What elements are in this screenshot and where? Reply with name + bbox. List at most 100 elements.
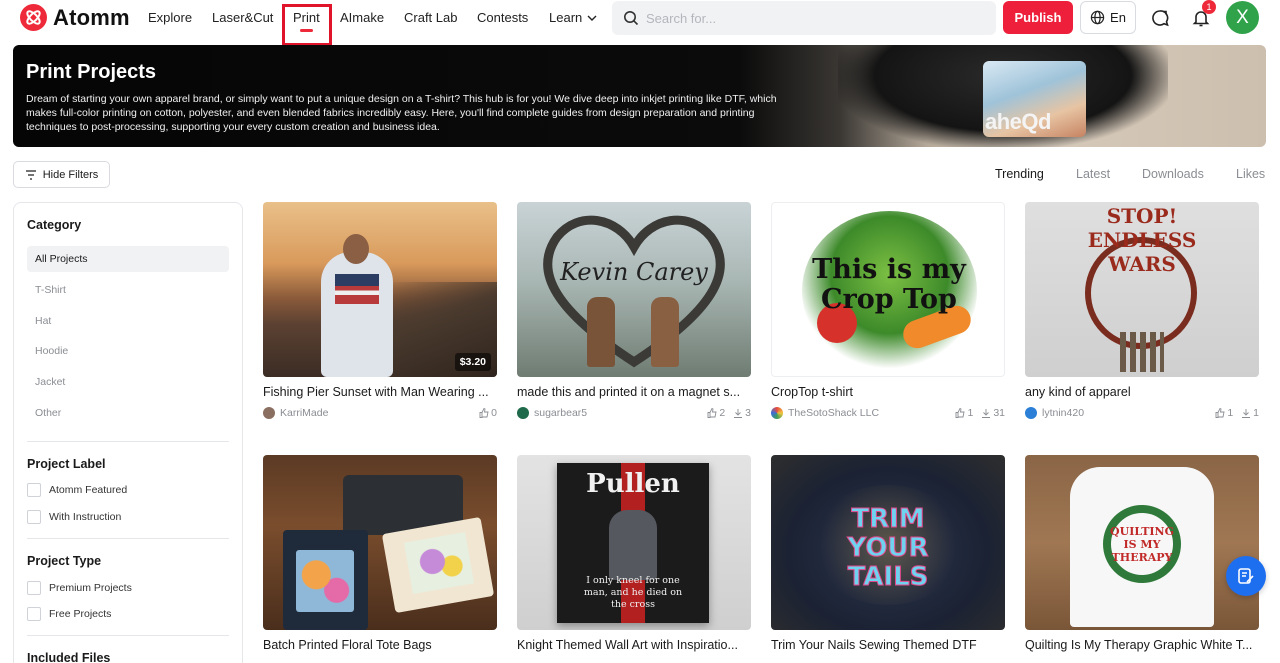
nav-explore[interactable]: Explore <box>148 10 192 25</box>
category-jacket[interactable]: Jacket <box>27 369 229 395</box>
flag-print <box>335 274 379 304</box>
nav-aimake[interactable]: AImake <box>340 10 384 25</box>
divider <box>27 538 229 539</box>
chevron-down-icon <box>587 15 597 21</box>
thumbs-up-icon <box>1215 408 1225 418</box>
notification-badge: 1 <box>1202 0 1216 14</box>
project-thumbnail[interactable]: Kevin Carey <box>517 202 751 377</box>
man-head <box>343 234 369 264</box>
author-avatar <box>517 407 529 419</box>
project-thumbnail[interactable]: TRIM YOUR TAILS <box>771 455 1005 630</box>
hide-filters-button[interactable]: Hide Filters <box>13 161 110 188</box>
author-avatar <box>263 407 275 419</box>
nav-learn[interactable]: Learn <box>549 10 597 25</box>
project-thumbnail[interactable] <box>263 455 497 630</box>
sort-downloads[interactable]: Downloads <box>1142 167 1204 181</box>
top-navigation: Atomm Explore Laser&Cut Print AImake Cra… <box>0 0 1280 46</box>
author-name: lytnin420 <box>1042 407 1085 419</box>
filter-premium-projects[interactable]: Premium Projects <box>27 581 132 595</box>
checkbox[interactable] <box>27 483 41 497</box>
category-hoodie[interactable]: Hoodie <box>27 338 229 364</box>
publish-button[interactable]: Publish <box>1003 1 1073 34</box>
category-other[interactable]: Other <box>27 400 229 426</box>
nav-print[interactable]: Print <box>293 10 320 25</box>
project-author[interactable]: TheSotoShack LLC <box>771 407 879 419</box>
project-title[interactable]: made this and printed it on a magnet s..… <box>517 385 751 399</box>
hide-filters-label: Hide Filters <box>42 168 99 181</box>
project-title[interactable]: Fishing Pier Sunset with Man Wearing ... <box>263 385 497 399</box>
messages-button[interactable] <box>1148 6 1172 30</box>
thumbnail-text: Kevin Carey <box>560 258 708 286</box>
thumbnail-text: TRIM YOUR TAILS <box>847 504 929 592</box>
downloads-count: 3 <box>745 407 751 419</box>
likes-count: 1 <box>1227 407 1234 419</box>
feedback-button[interactable] <box>1226 556 1266 596</box>
project-title[interactable]: CropTop t-shirt <box>771 385 1005 399</box>
filter-atomm-featured[interactable]: Atomm Featured <box>27 483 127 497</box>
hero-banner: aheQd Print Projects Dream of starting y… <box>13 45 1266 147</box>
knight-figure <box>609 510 657 580</box>
chat-bubble-icon <box>1152 10 1169 27</box>
deer-right <box>651 297 679 367</box>
search-input[interactable] <box>646 1 986 35</box>
sort-likes[interactable]: Likes <box>1236 167 1265 181</box>
author-avatar <box>1025 407 1037 419</box>
project-author[interactable]: lytnin420 <box>1025 407 1084 419</box>
search-icon <box>624 11 639 26</box>
project-thumbnail[interactable]: $3.20 <box>263 202 497 377</box>
thumbs-up-icon <box>956 408 966 418</box>
man-figure <box>321 252 393 377</box>
project-title[interactable]: Quilting Is My Therapy Graphic White T..… <box>1025 638 1259 652</box>
checkbox-label: With Instruction <box>49 511 122 523</box>
project-thumbnail[interactable]: QUILTING IS MY THERAPY <box>1025 455 1259 630</box>
project-stats: 1 1 <box>1215 407 1259 419</box>
language-label: En <box>1110 10 1126 25</box>
project-title[interactable]: Batch Printed Floral Tote Bags <box>263 638 497 652</box>
sort-latest[interactable]: Latest <box>1076 167 1110 181</box>
thumbnail-subtext: I only kneel for one man, and he died on… <box>583 575 683 610</box>
likes-count: 1 <box>967 407 974 419</box>
nav-craft-lab[interactable]: Craft Lab <box>404 10 457 25</box>
author-name: KarriMade <box>280 407 329 419</box>
likes-count: 2 <box>719 407 726 419</box>
project-label-heading: Project Label <box>27 457 106 471</box>
category-all-projects[interactable]: All Projects <box>27 246 229 272</box>
checkbox[interactable] <box>27 510 41 524</box>
project-author[interactable]: sugarbear5 <box>517 407 587 419</box>
checkbox[interactable] <box>27 607 41 621</box>
project-title[interactable]: Knight Themed Wall Art with Inspiratio..… <box>517 638 751 652</box>
nav-laser-cut[interactable]: Laser&Cut <box>212 10 273 25</box>
tote-print-1 <box>296 550 354 612</box>
author-avatar <box>771 407 783 419</box>
divider <box>27 441 229 442</box>
user-avatar[interactable]: X <box>1226 1 1259 34</box>
likes-stat: 1 <box>1215 407 1233 419</box>
project-title[interactable]: any kind of apparel <box>1025 385 1259 399</box>
brand-logo[interactable]: Atomm <box>20 4 130 31</box>
search-bar[interactable] <box>612 1 996 35</box>
author-name: sugarbear5 <box>534 407 588 419</box>
project-author[interactable]: KarriMade <box>263 407 328 419</box>
project-thumbnail[interactable]: Pullen I only kneel for one man, and he … <box>517 455 751 630</box>
checkbox-label: Premium Projects <box>49 582 132 594</box>
download-icon <box>734 409 743 418</box>
downloads-stat: 3 <box>733 407 751 419</box>
nav-contests[interactable]: Contests <box>477 10 528 25</box>
deer-left <box>587 297 615 367</box>
category-hat[interactable]: Hat <box>27 308 229 334</box>
likes-stat: 0 <box>479 407 497 419</box>
project-thumbnail[interactable]: STOP! ENDLESS WARS <box>1025 202 1259 377</box>
category-t-shirt[interactable]: T-Shirt <box>27 277 229 303</box>
checkbox[interactable] <box>27 581 41 595</box>
divider <box>27 635 229 636</box>
thumbnail-text: Pullen <box>586 469 680 499</box>
project-thumbnail[interactable]: This is my Crop Top <box>771 202 1005 377</box>
language-selector[interactable]: En <box>1080 1 1136 34</box>
filter-with-instruction[interactable]: With Instruction <box>27 510 121 524</box>
filter-free-projects[interactable]: Free Projects <box>27 607 111 621</box>
sort-trending[interactable]: Trending <box>995 167 1044 181</box>
project-title[interactable]: Trim Your Nails Sewing Themed DTF <box>771 638 1005 652</box>
nav-learn-label: Learn <box>549 10 583 25</box>
tote-print-2 <box>403 532 475 594</box>
price-badge: $3.20 <box>454 353 491 371</box>
